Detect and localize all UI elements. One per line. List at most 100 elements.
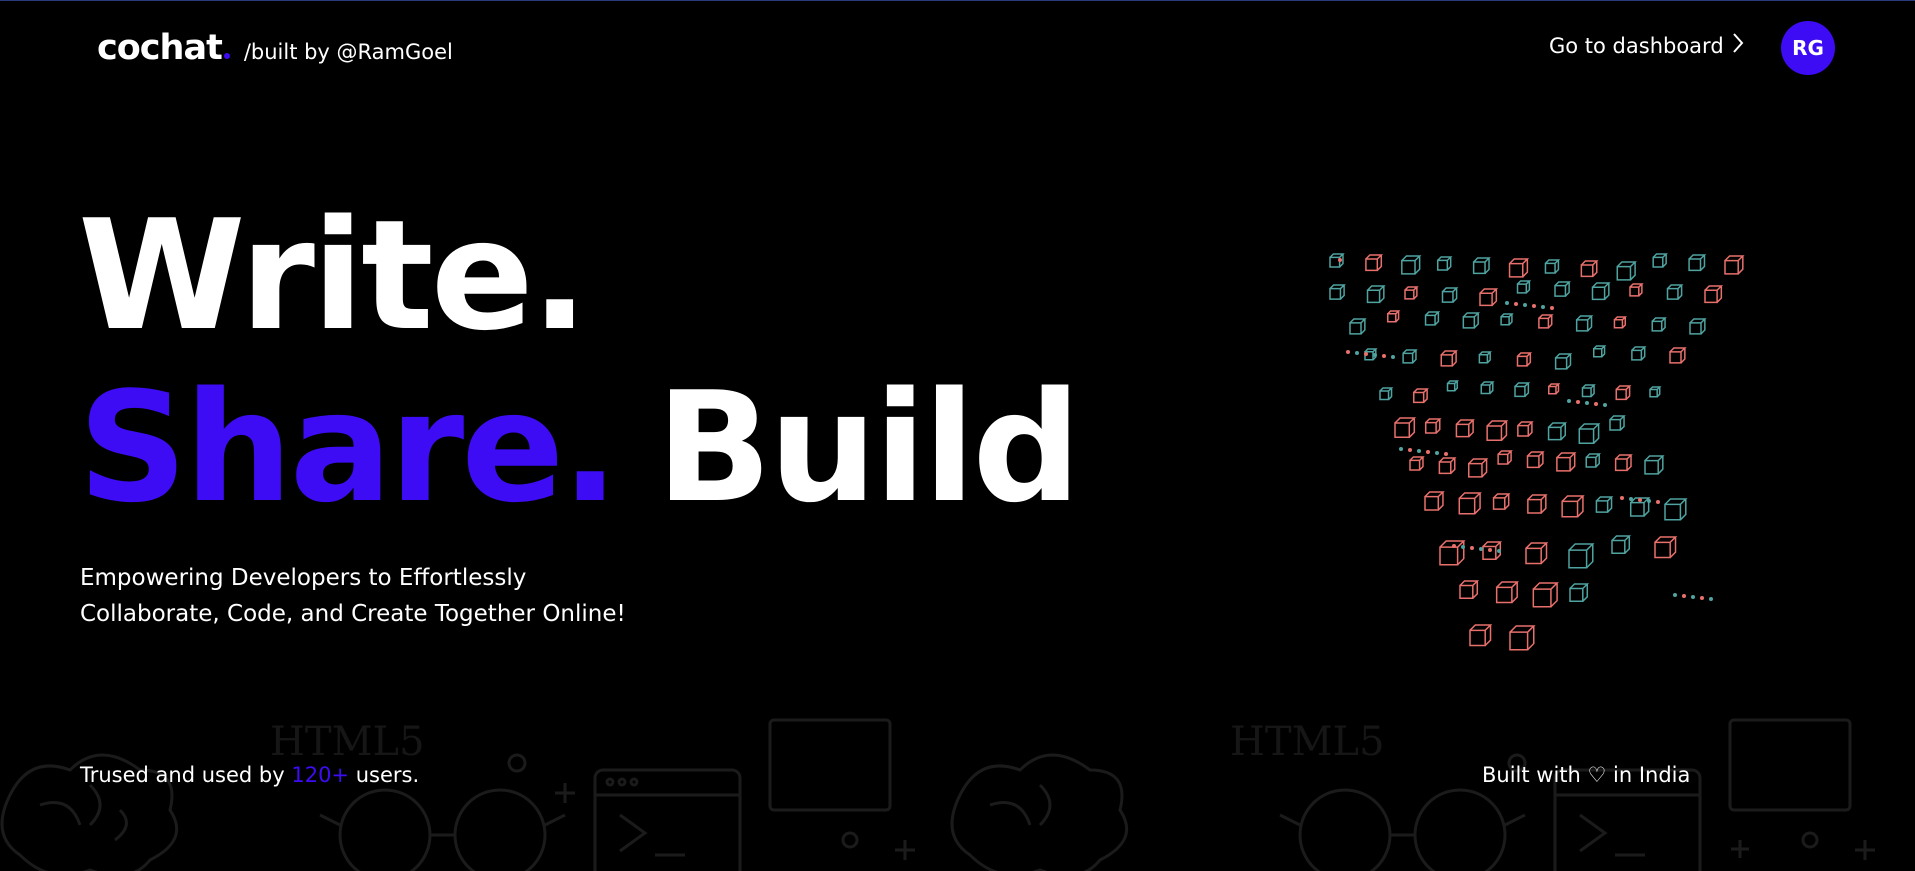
cube-shape (1611, 535, 1632, 555)
user-count: 120+ (291, 763, 350, 787)
particle-dot (1647, 499, 1651, 503)
cube-shape (1664, 498, 1688, 521)
cube-shape (1458, 492, 1482, 515)
cube-shape (1724, 255, 1745, 275)
cube-shape (1439, 540, 1466, 566)
cube-shape (1525, 542, 1549, 565)
cube-shape (1366, 285, 1386, 304)
particle-dot (1488, 548, 1492, 552)
cube-shape (1402, 349, 1418, 364)
particle-dot (1638, 498, 1642, 502)
cube-shape (1365, 254, 1384, 272)
cube-shape (1554, 353, 1573, 370)
particle-dot (1576, 400, 1580, 404)
particle-dot (1426, 450, 1430, 454)
chevron-right-icon (1732, 32, 1744, 59)
cube-shape (1440, 350, 1458, 367)
particle-dot (1620, 496, 1624, 500)
cube-shape (1666, 284, 1684, 300)
cube-shape (1689, 318, 1707, 335)
cube-shape (1516, 280, 1532, 294)
logo[interactable]: cochat /built by @RamGoel (97, 28, 453, 68)
cube-shape (1548, 383, 1561, 395)
particle-dot (1470, 546, 1474, 550)
cube-shape (1480, 381, 1495, 395)
made-suffix: in India (1606, 763, 1691, 787)
cube-shape (1569, 583, 1590, 603)
particle-dot (1461, 545, 1465, 549)
particle-dot (1709, 597, 1713, 601)
cube-shape (1544, 259, 1561, 274)
particle-dot (1435, 451, 1439, 455)
particle-dot (1629, 497, 1633, 501)
particle-dot (1399, 447, 1403, 451)
cube-shape (1495, 581, 1519, 604)
particle-dot (1408, 448, 1412, 452)
hero-tagline: Empowering Developers to Effortlessly Co… (80, 560, 626, 632)
cube-shape (1527, 494, 1548, 514)
hero-line-share-build: Share. Build (78, 372, 1081, 524)
cube-shape (1438, 457, 1457, 475)
particle-dot (1382, 354, 1386, 358)
avatar-initials: RG (1792, 36, 1824, 60)
cube-shape (1556, 452, 1577, 472)
particle-dot (1417, 449, 1421, 453)
made-prefix: Built with (1482, 763, 1588, 787)
cube-shape (1479, 288, 1499, 307)
avatar[interactable]: RG (1781, 21, 1835, 75)
cube-shape (1514, 382, 1531, 398)
dashboard-label: Go to dashboard (1549, 33, 1724, 58)
cube-shape (1478, 351, 1492, 364)
cube-shape (1468, 458, 1489, 478)
particle-dot (1373, 353, 1377, 357)
cube-shape (1446, 380, 1460, 392)
heart-icon: ♡ (1587, 763, 1607, 787)
cube-shape (1654, 536, 1678, 559)
particle-dot (1444, 452, 1448, 456)
go-to-dashboard-link[interactable]: Go to dashboard (1549, 32, 1744, 59)
cube-shape (1580, 260, 1599, 278)
cube-shape (1581, 384, 1596, 398)
cube-shape (1631, 346, 1647, 361)
trust-prefix: Trused and used by (80, 763, 292, 787)
cube-shape (1609, 415, 1626, 431)
cube-shape (1401, 255, 1422, 275)
particle-dot (1603, 403, 1607, 407)
cube-shape (1500, 313, 1514, 326)
logo-dot-icon (223, 53, 230, 59)
cube-shape (1387, 310, 1401, 323)
hero-word-share: Share. (78, 359, 619, 536)
cube-shape (1526, 451, 1545, 469)
cube-shape (1538, 314, 1554, 329)
cube-shape (1516, 352, 1533, 367)
cube-shape (1379, 387, 1394, 401)
top-border (0, 0, 1915, 1)
cube-shape (1424, 418, 1442, 434)
particle-dot (1497, 549, 1501, 553)
particle-dot (1505, 301, 1509, 305)
byline: /built by @RamGoel (243, 40, 453, 64)
cube-shape (1614, 454, 1633, 472)
cube-shape (1517, 421, 1534, 437)
hero-line-write: Write. (78, 187, 589, 364)
cube-shape (1568, 543, 1595, 569)
particle-dot (1364, 352, 1368, 356)
hero-word-build: Build (656, 359, 1081, 536)
decor-html5-text-1: HTML5 (270, 719, 425, 765)
cube-shape (1613, 316, 1628, 329)
cube-shape (1409, 456, 1425, 471)
cube-shape (1486, 420, 1509, 442)
cube-shape (1704, 285, 1724, 304)
particle-dot (1656, 500, 1660, 504)
cube-shape (1394, 417, 1417, 439)
cube-shape (1593, 345, 1607, 358)
cube-shape (1455, 419, 1475, 438)
decorative-doodle-background: HTML5 HTML5 (0, 718, 1875, 871)
cube-shape (1644, 455, 1665, 475)
cube-shape (1441, 287, 1459, 303)
cube-shape (1554, 281, 1571, 297)
particle-dot (1346, 350, 1350, 354)
cube-shape (1629, 283, 1644, 297)
cube-shape (1651, 317, 1667, 332)
cube-shape (1591, 282, 1611, 301)
